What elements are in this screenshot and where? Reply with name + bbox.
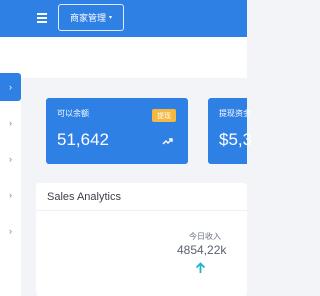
dropdown-label: 商家管理 (69, 13, 106, 23)
chevron-right-icon: › (9, 82, 12, 92)
withdrawn-value: $5,3 (219, 130, 253, 149)
sidebar-item-2[interactable]: › (0, 109, 21, 137)
sidebar: › › › › › (0, 0, 21, 296)
arrow-up-icon (195, 262, 206, 273)
trend-up-icon (162, 138, 173, 145)
content-header-area (21, 37, 247, 78)
chevron-right-icon: › (9, 118, 12, 128)
top-bar: 商家管理 ▾ (0, 0, 247, 37)
panel-title: Sales Analytics (47, 191, 121, 203)
today-income-label: 今日收入 (189, 232, 221, 241)
divider (36, 210, 247, 211)
chevron-right-icon: › (9, 190, 12, 200)
sidebar-item-1[interactable]: › (0, 73, 21, 101)
chevron-right-icon: › (9, 154, 12, 164)
today-income-value: 4854,22k (177, 243, 227, 257)
sidebar-item-5[interactable]: › (0, 217, 21, 245)
sidebar-header (0, 0, 21, 37)
withdraw-button[interactable]: 提现 (152, 109, 176, 122)
menu-icon[interactable] (37, 13, 47, 23)
withdrawn-label: 提现资金 (219, 109, 251, 118)
balance-value: 51,642 (57, 130, 109, 149)
withdrawn-funds-card: 提现资金 $5,3 (208, 98, 252, 164)
sidebar-item-4[interactable]: › (0, 181, 21, 209)
chevron-down-icon: ▾ (109, 15, 113, 21)
balance-card: 可以余额 提现 51,642 (46, 98, 188, 164)
sales-analytics-panel: Sales Analytics 今日收入 4854,22k (36, 183, 247, 296)
merchant-management-dropdown[interactable]: 商家管理 ▾ (58, 4, 124, 31)
sidebar-item-3[interactable]: › (0, 145, 21, 173)
chevron-right-icon: › (9, 226, 12, 236)
balance-label: 可以余额 (57, 109, 89, 118)
